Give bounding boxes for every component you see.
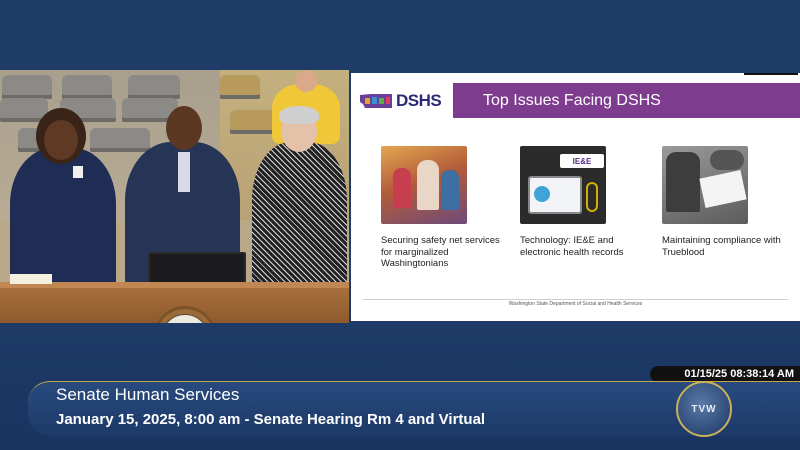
witness-center-face bbox=[166, 106, 202, 150]
slide-corner-tag bbox=[744, 73, 798, 75]
program-subtitle: January 15, 2025, 8:00 am - Senate Heari… bbox=[56, 411, 486, 428]
name-badge bbox=[73, 166, 83, 178]
shirt bbox=[178, 152, 190, 192]
dshs-logo-text: DSHS bbox=[396, 90, 442, 110]
technology-image: IE&E bbox=[520, 146, 606, 224]
issue-label: Securing safety net services for margina… bbox=[381, 235, 500, 269]
witness-left bbox=[10, 148, 116, 288]
spectator-head bbox=[295, 70, 317, 92]
compliance-photo bbox=[662, 146, 748, 224]
clock-face bbox=[161, 314, 209, 323]
dshs-logo: DSHS bbox=[351, 83, 451, 118]
slide-title-bar: Top Issues Facing DSHS bbox=[453, 83, 800, 118]
slide-footer-rule bbox=[363, 299, 788, 300]
witness-left-face bbox=[44, 120, 78, 160]
gallery-chair bbox=[128, 75, 180, 99]
stethoscope bbox=[586, 182, 598, 212]
slide-footer: Washington State Department of Social an… bbox=[508, 301, 643, 307]
issue-label: Technology: IE&E and electronic health r… bbox=[520, 235, 624, 258]
gallery-chair bbox=[230, 110, 276, 134]
gallery-chair bbox=[90, 128, 150, 152]
program-title: Senate Human Services bbox=[56, 385, 240, 404]
iee-badge: IE&E bbox=[560, 154, 604, 168]
washington-map-icon bbox=[360, 93, 392, 108]
gallery-chair bbox=[220, 75, 260, 99]
hearing-room-video bbox=[0, 70, 349, 323]
papers bbox=[10, 274, 52, 284]
issue-card: IE&E Technology: IE&E and electronic hea… bbox=[520, 146, 650, 258]
issue-label: Maintaining compliance with Trueblood bbox=[662, 235, 781, 258]
broadcast-timestamp: 01/15/25 08:38:14 AM bbox=[650, 366, 800, 382]
tvw-logo: TVW bbox=[676, 381, 732, 437]
issue-card: Maintaining compliance with Trueblood bbox=[662, 146, 792, 258]
witness-right bbox=[252, 142, 347, 288]
gallery-chair bbox=[2, 75, 52, 99]
presentation-slide: DSHS Top Issues Facing DSHS Securing saf… bbox=[351, 73, 800, 321]
tvw-logo-text: TVW bbox=[691, 403, 717, 415]
gallery-chair bbox=[62, 75, 112, 99]
slide-title: Top Issues Facing DSHS bbox=[483, 91, 661, 109]
document bbox=[699, 169, 747, 209]
family-photo bbox=[381, 146, 467, 224]
witness-right-hair bbox=[279, 106, 319, 124]
issue-card: Securing safety net services for margina… bbox=[381, 146, 511, 270]
slide-header: DSHS Top Issues Facing DSHS bbox=[351, 83, 800, 118]
